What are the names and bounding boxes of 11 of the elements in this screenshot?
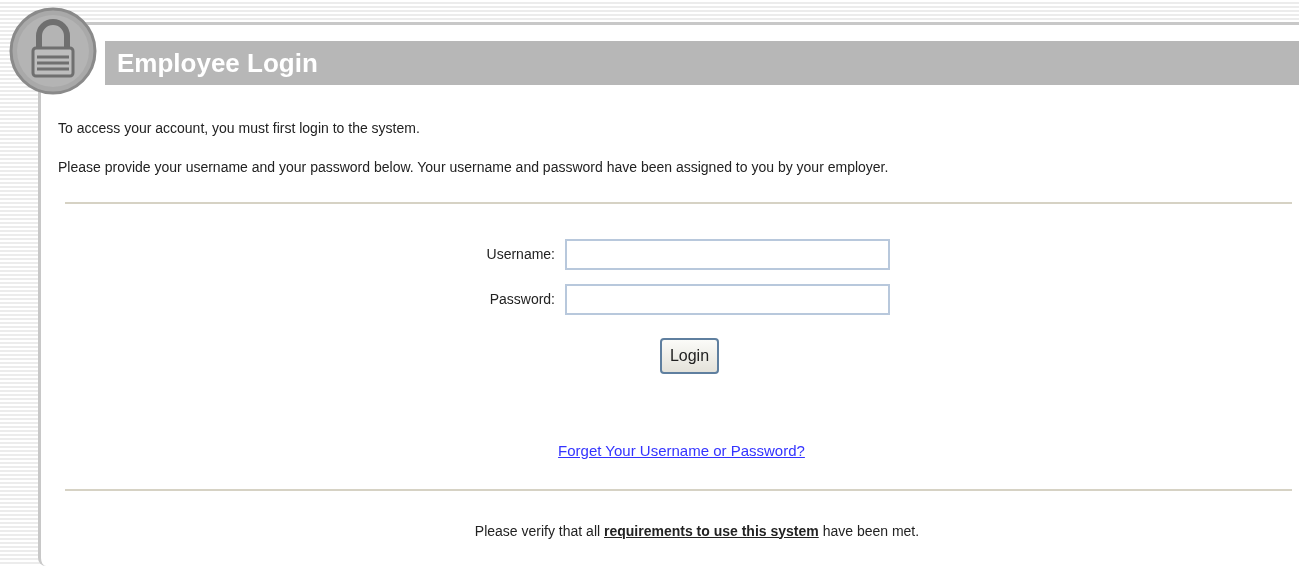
- password-field[interactable]: [565, 284, 890, 315]
- instruction-text: To access your account, you must first login to the system.: [58, 119, 421, 138]
- page-title: Employee Login: [105, 41, 1299, 85]
- requirements-note: Please verify that all requirements to use this system have been met.: [474, 521, 920, 541]
- forgot-credentials-link[interactable]: Forget Your Username or Password?: [558, 440, 805, 463]
- field-label: Password:: [488, 290, 555, 309]
- instruction-text: Please provide your username and your password below. Your username and password have been assigned to you by your employer.: [58, 158, 890, 177]
- field-label: Username:: [485, 245, 555, 264]
- login-button[interactable]: Login: [659, 338, 720, 374]
- requirements-link[interactable]: requirements to use this system: [604, 522, 819, 539]
- username-field[interactable]: [565, 239, 890, 270]
